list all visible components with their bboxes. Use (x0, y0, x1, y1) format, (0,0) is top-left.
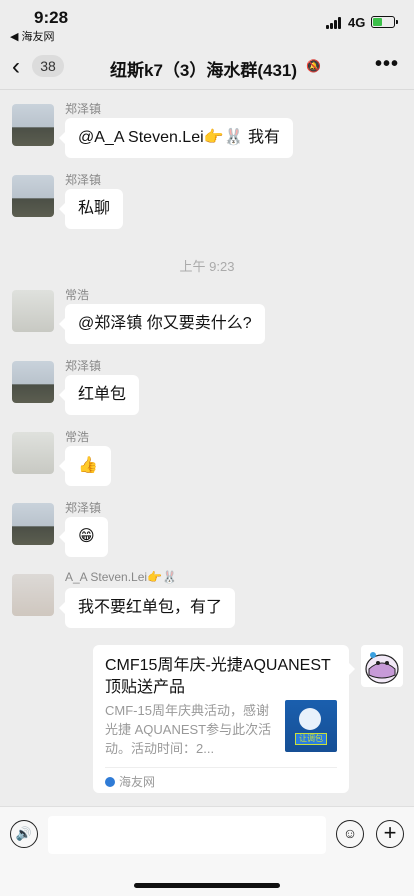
link-card-source: 海友网 (105, 773, 155, 790)
person-avatar[interactable] (12, 574, 54, 616)
soldier-avatar[interactable] (12, 503, 54, 545)
message-bubble[interactable]: 私聊 (58, 189, 124, 229)
message-bubble[interactable]: 我不要红单包，有了 (58, 588, 236, 628)
chat-header: ‹ 38 纽斯k7（3）海水群(431) 🔕 ••• (0, 44, 414, 90)
logo-circle-icon (299, 708, 321, 730)
sender-name: 郑泽镇 (65, 173, 102, 187)
sender-name: 郑泽镇 (65, 501, 102, 515)
status-bar: 9:28 ◀ 海友网 4G (0, 0, 414, 44)
unread-count-badge[interactable]: 38 (32, 55, 64, 77)
more-options-icon[interactable]: ••• (375, 53, 399, 76)
link-card-divider (105, 767, 337, 768)
sender-name: 常浩 (65, 430, 90, 444)
soldier-avatar[interactable] (12, 175, 54, 217)
message-bubble[interactable]: @郑泽镇 你又要卖什么? (59, 304, 265, 344)
signal-icon (326, 17, 344, 29)
thumbs-up-emoji-bubble[interactable]: 👍 (59, 446, 111, 486)
shared-link-card[interactable]: CMF15周年庆-光捷AQUANEST顶贴送产品 CMF-15周年庆典活动，感谢… (93, 645, 355, 793)
mute-bell-icon: 🔕 (306, 59, 321, 73)
sender-name: 郑泽镇 (65, 359, 102, 373)
back-chevron-icon[interactable]: ‹ (12, 53, 20, 81)
cat-avatar[interactable] (12, 290, 54, 332)
header-divider (0, 89, 414, 90)
cat-avatar[interactable] (12, 432, 54, 474)
status-time: 9:28 (34, 8, 69, 27)
emoji-icon[interactable]: ☺ (336, 820, 364, 848)
network-type: 4G (348, 15, 366, 30)
back-to-app-link[interactable]: ◀ 海友网 (10, 28, 55, 44)
link-card-description: CMF-15周年庆典活动，感谢光捷 AQUANEST参与此次活动。活动时间：2.… (105, 703, 272, 756)
message-bubble[interactable]: @A_A Steven.Lei👉🐰 我有 (59, 118, 293, 158)
soldier-avatar[interactable] (12, 104, 54, 146)
source-name: 海友网 (119, 775, 156, 789)
soldier-avatar[interactable] (12, 361, 54, 403)
grin-emoji-bubble[interactable]: 😁 (59, 517, 108, 557)
link-card-thumbnail: 让调包 (285, 700, 337, 752)
sender-name: 郑泽镇 (65, 102, 102, 116)
voice-input-icon[interactable]: 🔊 (10, 820, 38, 848)
plus-icon[interactable]: + (376, 820, 404, 848)
chat-title: 纽斯k7（3）海水群(431) (110, 61, 298, 80)
home-indicator[interactable] (134, 883, 280, 888)
battery-icon (371, 16, 398, 28)
message-input[interactable] (48, 816, 326, 854)
sender-name: 常浩 (65, 288, 90, 302)
link-card-title: CMF15周年庆-光捷AQUANEST顶贴送产品 (105, 657, 331, 696)
thumbnail-tag: 让调包 (295, 733, 327, 745)
chat-timestamp: 上午 9:23 (179, 259, 235, 274)
message-bubble[interactable]: 红单包 (58, 375, 140, 415)
source-logo-icon (105, 777, 115, 787)
self-avatar[interactable] (361, 645, 403, 687)
sender-name: A_A Steven.Lei👉🐰 (65, 570, 177, 584)
